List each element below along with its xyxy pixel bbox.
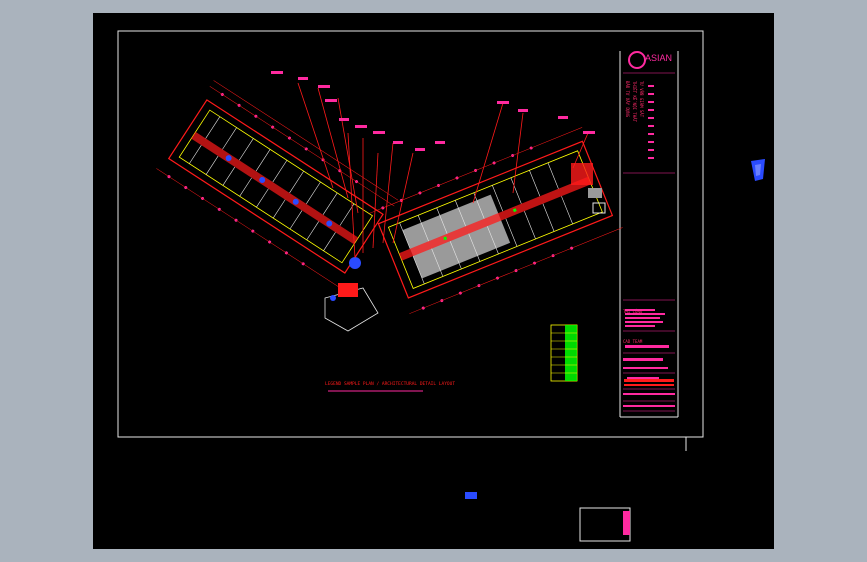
annotation-tags [271,71,595,151]
left-wing [156,80,399,289]
cad-model-space[interactable]: ASIAN ĐẦU TƯ XÂY DỰNG THIẾT KẾ NỘI THẤT … [93,13,774,549]
title-block-logo: ASIAN [628,51,672,69]
blue-viewcube-object [751,159,765,181]
titleblock-note-3: TƯ VẤN GIÁM SÁT [639,81,644,118]
drawing-caption: LEGEND SAMPLE PLAN / ARCHITECTURAL DETAI… [325,381,455,392]
small-frame-tag [623,511,630,535]
small-frame [579,507,631,542]
right-wing [368,127,623,314]
logo-text: ASIAN [645,53,672,63]
titleblock-note-2: THIẾT KẾ NỘI THẤT [632,81,637,123]
drawing-caption-text: LEGEND SAMPLE PLAN / ARCHITECTURAL DETAI… [325,381,455,387]
titleblock-note-5: CAD TEAM [623,339,643,344]
central-hub [324,257,379,332]
cad-drawing: ASIAN ĐẦU TƯ XÂY DỰNG THIẾT KẾ NỘI THẤT … [117,30,765,542]
blue-small-object [465,492,477,499]
titleblock-note-1: ĐẦU TƯ XÂY DỰNG [625,81,630,118]
title-block: ASIAN ĐẦU TƯ XÂY DỰNG THIẾT KẾ NỘI THẤT … [619,51,679,418]
legend-table [550,324,578,382]
